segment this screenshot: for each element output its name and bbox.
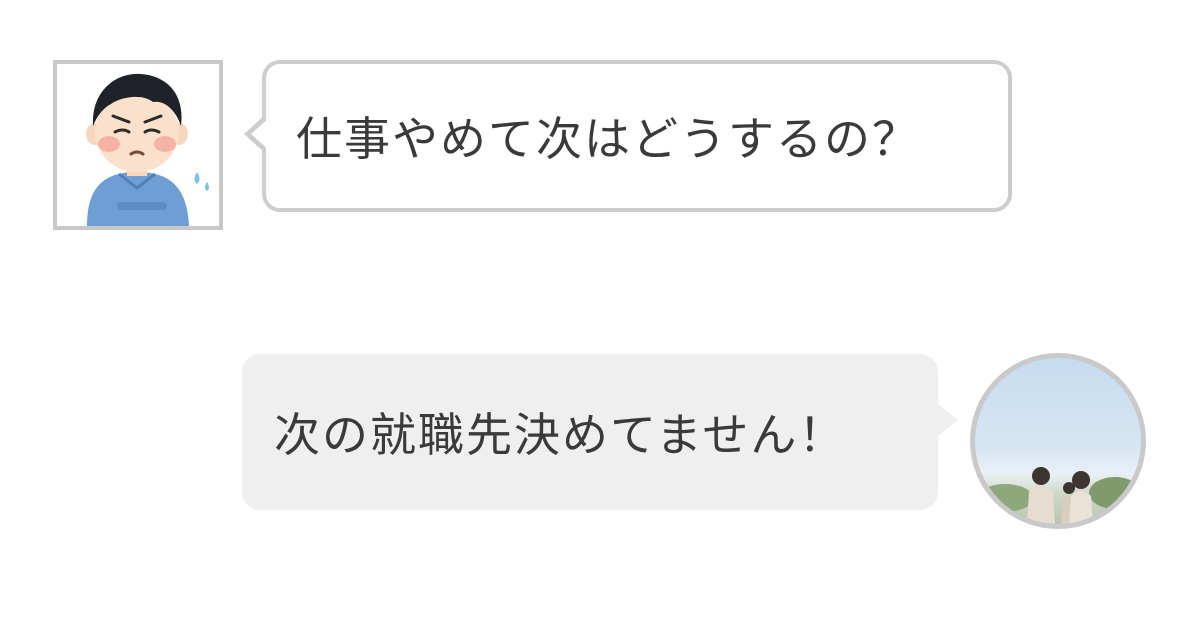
bubble-tail-fill [251, 118, 269, 150]
message-text: 次の就職先決めてません！ [274, 408, 847, 462]
message-text: 仕事やめて次はどうするの？ [296, 112, 920, 166]
family-photo-icon [977, 467, 1141, 524]
worried-man-icon [86, 73, 209, 226]
message-bubble-incoming[interactable]: 仕事やめて次はどうするの？ [244, 60, 1012, 212]
bubble-tail [936, 402, 958, 438]
avatar-worried-man[interactable] [53, 60, 223, 230]
avatar-family-photo[interactable] [970, 353, 1146, 529]
message-bubble-outgoing[interactable]: 次の就職先決めてません！ [242, 354, 958, 510]
